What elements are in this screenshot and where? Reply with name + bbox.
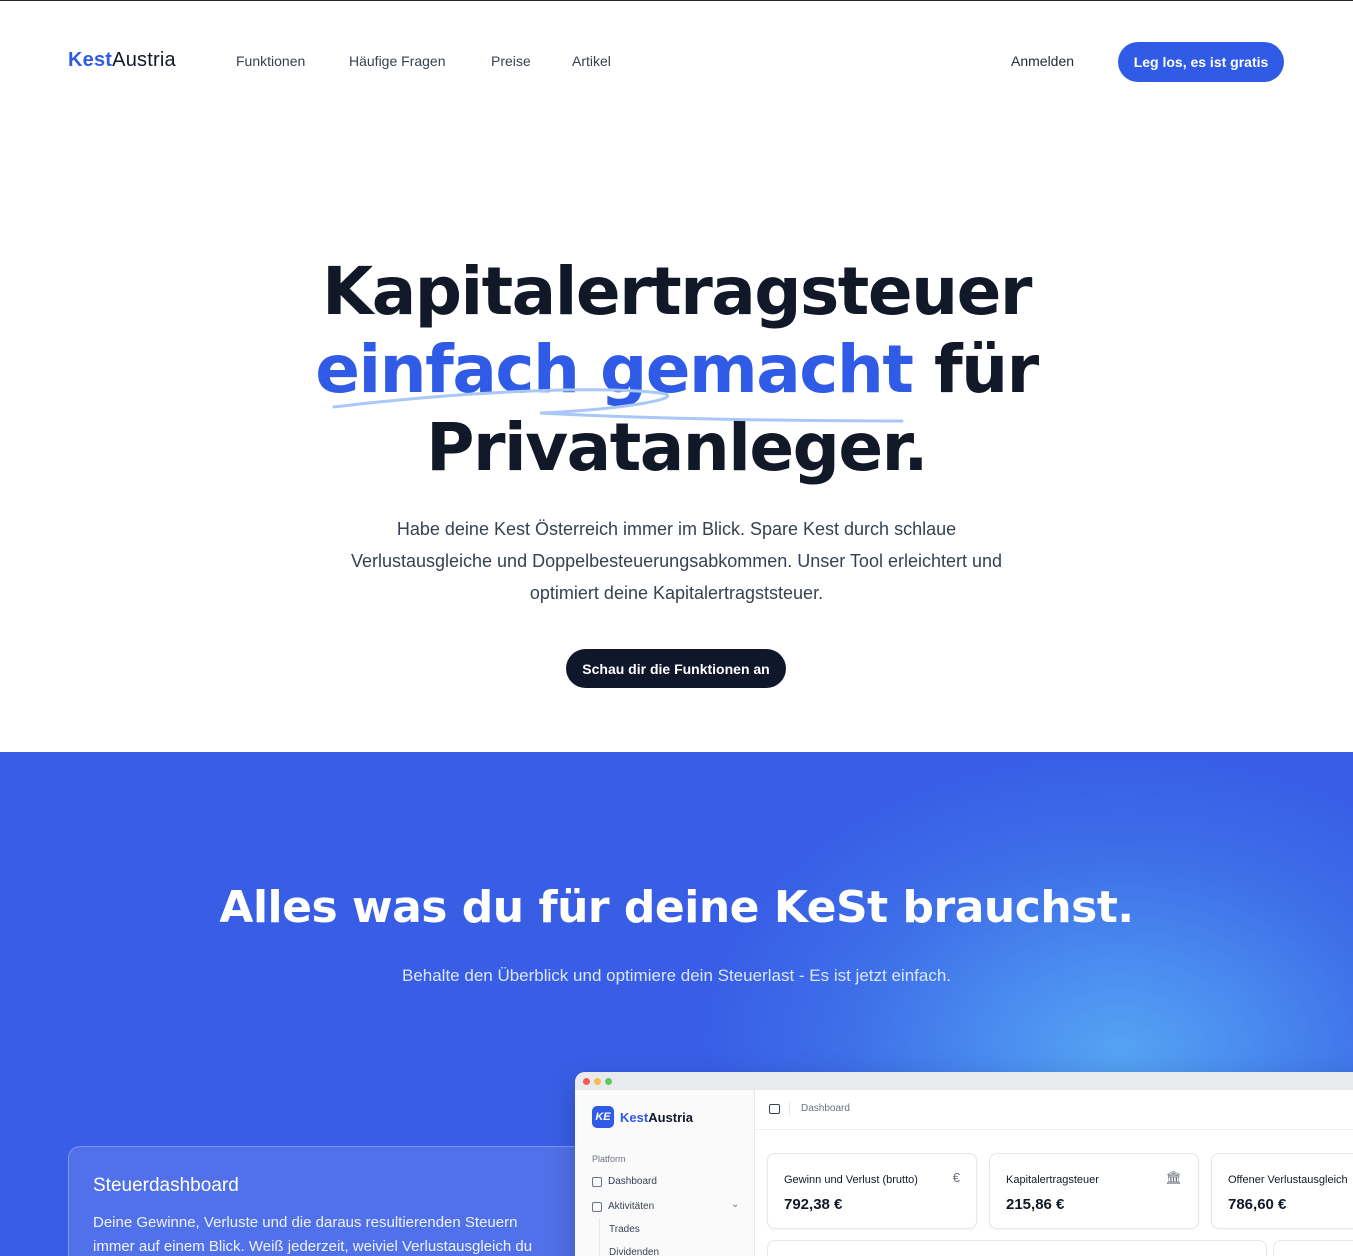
app-sidebar: KE KestAustria Platform Dashboard Aktivi… (575, 1090, 755, 1256)
app-logo-kest: Kest (620, 1109, 649, 1125)
get-started-button[interactable]: Leg los, es ist gratis (1118, 42, 1284, 82)
list-icon (592, 1201, 602, 1212)
see-features-button[interactable]: Schau dir die Funktionen an (566, 649, 786, 688)
app-logo-text: KestAustria (620, 1110, 693, 1125)
minimize-dot-icon (594, 1078, 601, 1085)
app-logo-badge: KE (592, 1106, 614, 1128)
features-subtitle: Behalte den Überblick und optimiere dein… (401, 966, 951, 985)
scribble-underline (332, 388, 904, 423)
hero-title-rest: für (912, 331, 1039, 408)
euro-icon: € (952, 1170, 960, 1185)
sidebar-subitem-dividenden: Dividenden (609, 1247, 660, 1256)
top-nav: KestAustria Funktionen Häufige Fragen Pr… (0, 1, 1353, 121)
app-screenshot: KE KestAustria Platform Dashboard Aktivi… (575, 1072, 1353, 1256)
hero-title: Kapitalertragsteuer einfach gemacht für … (0, 253, 1353, 487)
logo-kest: Kest (68, 49, 113, 71)
kpi-label: Offener Verlustausgleich (1228, 1174, 1348, 1186)
app-breadcrumb: Dashboard (801, 1103, 850, 1114)
nav-link-funktionen[interactable]: Funktionen (236, 53, 305, 69)
kpi-card-pnl: Gewinn und Verlust (brutto) 792,38 € € (767, 1153, 977, 1229)
kpi-value: 215,86 € (1006, 1196, 1065, 1213)
nav-link-artikel[interactable]: Artikel (572, 53, 611, 69)
kpi-label: Gewinn und Verlust (brutto) (784, 1174, 918, 1186)
kpi-card-kest: Kapitalertragsteuer 215,86 € 🏛 (989, 1153, 1199, 1229)
sidebar-item-dashboard: Dashboard (592, 1176, 657, 1187)
kpi-value: 786,60 € (1228, 1196, 1287, 1213)
app-header: Dashboard (755, 1090, 1353, 1130)
hero-subtitle: Habe deine Kest Österreich immer im Blic… (350, 519, 1003, 603)
chart-card (767, 1240, 1267, 1256)
nav-link-preise[interactable]: Preise (491, 53, 531, 69)
kpi-card-loss-offset: Offener Verlustausgleich 786,60 € € (1211, 1153, 1353, 1229)
sidebar-subitem-trades: Trades (609, 1224, 640, 1235)
kpi-value: 792,38 € (784, 1196, 843, 1213)
features-section: Alles was du für deine KeSt brauchst. Be… (0, 752, 1353, 1256)
signin-link[interactable]: Anmelden (1011, 53, 1074, 69)
features-title: Alles was du für deine KeSt brauchst. (219, 882, 1134, 933)
logo[interactable]: KestAustria (68, 49, 176, 72)
submenu-line (599, 1218, 600, 1256)
nav-link-faq[interactable]: Häufige Fragen (349, 53, 446, 69)
maximize-dot-icon (605, 1078, 612, 1085)
feature-card-title: Steuerdashboard (93, 1175, 239, 1196)
sidebar-item-aktivitaeten: Aktivitäten (592, 1201, 654, 1212)
header-divider (789, 1102, 790, 1116)
gauge-icon (592, 1176, 602, 1187)
sidebar-item-label: Aktivitäten (608, 1201, 655, 1212)
feature-card-text: Deine Gewinne, Verluste und die daraus r… (93, 1214, 533, 1255)
app-logo-austria: Austria (648, 1109, 693, 1125)
chevron-down-icon: ⌄ (731, 1199, 740, 1210)
sidebar-section-label: Platform (592, 1154, 626, 1164)
sidebar-toggle-icon (769, 1104, 780, 1114)
window-titlebar (575, 1072, 1353, 1090)
bank-icon: 🏛 (1165, 1170, 1182, 1185)
kpi-label: Kapitalertragsteuer (1006, 1174, 1099, 1186)
hero-title-line1: Kapitalertragsteuer (322, 253, 1032, 330)
sidebar-item-label: Dashboard (608, 1176, 657, 1187)
summary-card (1273, 1240, 1353, 1256)
app-logo: KE KestAustria (592, 1106, 693, 1128)
close-dot-icon (583, 1078, 590, 1085)
logo-austria: Austria (112, 49, 176, 71)
feature-card-dashboard[interactable]: Steuerdashboard Deine Gewinne, Verluste … (68, 1146, 608, 1256)
